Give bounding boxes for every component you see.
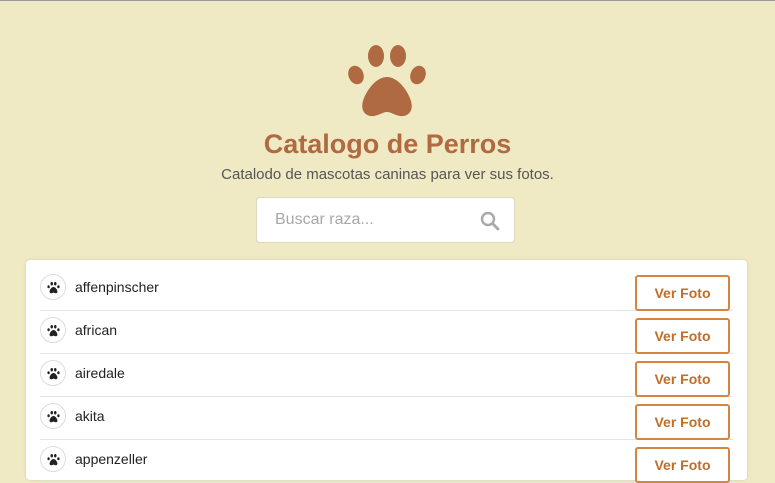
paw-icon	[40, 446, 66, 472]
view-photo-button[interactable]: Ver Foto	[635, 404, 730, 440]
breed-list-card: affenpinscher Ver Foto african Ver Foto …	[26, 260, 747, 483]
breed-list: affenpinscher Ver Foto african Ver Foto …	[40, 268, 733, 483]
breed-name: appenzeller	[75, 451, 148, 467]
breed-name: affenpinscher	[75, 279, 159, 295]
paw-icon	[40, 274, 66, 300]
search-input[interactable]	[257, 198, 467, 242]
search-box	[256, 197, 515, 243]
list-item: affenpinscher Ver Foto	[40, 268, 733, 311]
paw-icon	[40, 317, 66, 343]
paw-icon	[40, 403, 66, 429]
search-icon[interactable]	[480, 211, 500, 231]
list-item: appenzeller Ver Foto	[40, 440, 733, 483]
page-subtitle: Catalodo de mascotas caninas para ver su…	[221, 166, 554, 183]
breed-name: african	[75, 322, 118, 338]
view-photo-button[interactable]: Ver Foto	[635, 275, 730, 311]
list-item: african Ver Foto	[40, 311, 733, 354]
page-title: Catalogo de Perros	[263, 129, 512, 159]
list-item: airedale Ver Foto	[40, 354, 733, 397]
breed-name: akita	[75, 408, 105, 424]
view-photo-button[interactable]: Ver Foto	[635, 447, 730, 483]
paw-icon	[40, 360, 66, 386]
view-photo-button[interactable]: Ver Foto	[635, 318, 730, 354]
list-item: akita Ver Foto	[40, 397, 733, 440]
view-photo-button[interactable]: Ver Foto	[635, 361, 730, 397]
breed-name: airedale	[75, 365, 125, 381]
paw-icon	[348, 45, 426, 117]
